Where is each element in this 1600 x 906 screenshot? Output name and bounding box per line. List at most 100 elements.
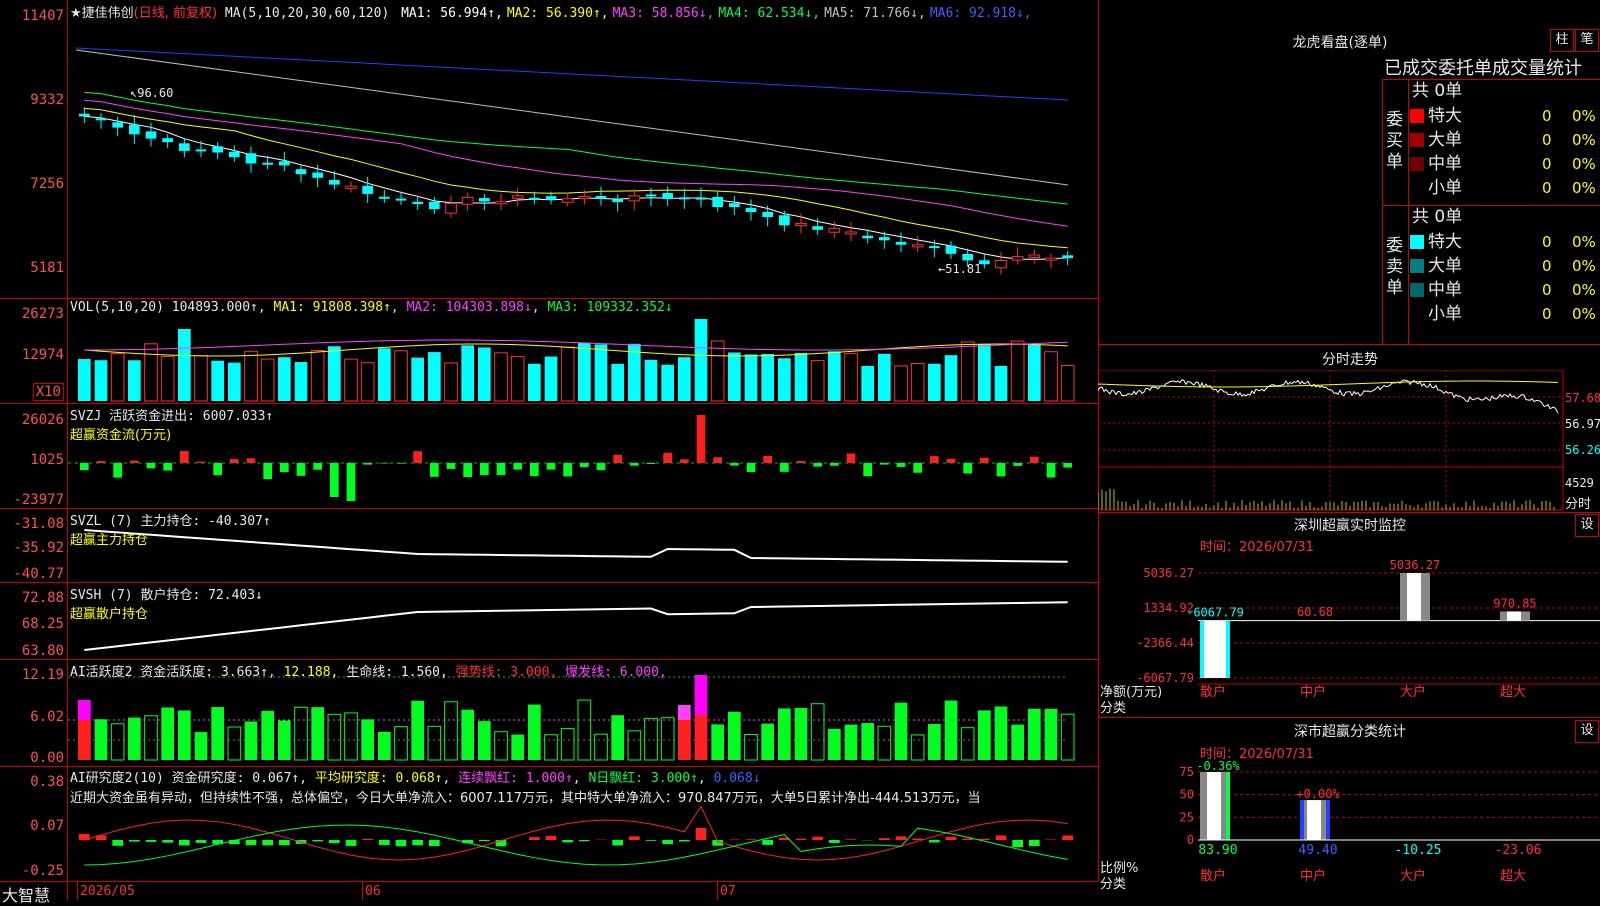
- app-logo[interactable]: 大智慧: [2, 882, 50, 906]
- ai2-bar-red: [946, 837, 957, 840]
- buy-rows-total: 共 0单: [1410, 80, 1600, 104]
- ai1-bar-hollow: [1061, 714, 1074, 760]
- volume-bar-up: [1011, 341, 1024, 401]
- buy-order-table: 共 0单特大00%大单00%中单00%小单00%: [1410, 80, 1600, 200]
- volume-bar-down: [611, 364, 624, 401]
- candle-down: [312, 173, 323, 178]
- monitor-bar-edge: [1200, 621, 1204, 678]
- ai1-bar: [995, 706, 1008, 760]
- svsh-title: SVSH (7) 散户持仓: 72.403↓: [70, 584, 263, 603]
- candle-up: [462, 197, 473, 204]
- volume-bar-down: [328, 346, 341, 401]
- classify-category-label: 中户: [1300, 868, 1326, 884]
- vol-ma2: MA2: 104303.898↓: [407, 300, 532, 315]
- intraday-chart[interactable]: [1098, 370, 1600, 512]
- svsh-subtitle: 超赢散户持仓: [70, 603, 263, 622]
- candle-up: [996, 260, 1007, 267]
- monitor-bar-1: [1200, 621, 1230, 678]
- volume-bar-down: [945, 355, 958, 401]
- order-size-label: 大单: [1428, 130, 1462, 150]
- volume-bar-up: [311, 351, 324, 401]
- svzj-bar-out: [447, 463, 456, 469]
- classify-bar-1: -0.36%83.90散户: [1196, 759, 1240, 884]
- ai2-tick-1: 0.38: [30, 774, 64, 790]
- ai1-bar: [128, 718, 141, 760]
- svzj-bar-in: [680, 459, 689, 463]
- ai1-bar-hollow: [961, 728, 974, 760]
- x-tick-jul: [717, 882, 718, 900]
- svzj-bar-in: [230, 459, 239, 463]
- svzl-tick-3: -40.77: [13, 566, 64, 582]
- svzj-bar-out: [363, 463, 372, 465]
- ai1-bar: [528, 705, 541, 760]
- ai1-bar-hollow: [345, 713, 358, 760]
- ai2-bar-green: [679, 840, 690, 841]
- price-low-annotation: ←51.81: [938, 262, 981, 276]
- ai1-bar: [895, 703, 908, 760]
- candle-down: [129, 125, 140, 135]
- candle-down: [762, 212, 773, 217]
- svzj-bar-out: [597, 463, 606, 470]
- monitor-settings-button[interactable]: 设: [1575, 514, 1599, 537]
- stock-name[interactable]: ★捷佳伟创: [70, 6, 134, 21]
- svzj-bar-out: [547, 463, 556, 470]
- candle-down: [396, 199, 407, 201]
- svzl-tick-1: -31.08: [13, 516, 64, 532]
- ai1-bar: [711, 724, 724, 760]
- svsh-tick-3: 63.80: [22, 643, 64, 659]
- price-panel-title: ★捷佳伟创(日线, 前复权) MA(5,10,20,30,60,120) MA1…: [70, 2, 1032, 21]
- candle-down: [96, 118, 107, 120]
- svzj-bar-out: [280, 463, 289, 472]
- svzj-bar-out: [730, 463, 739, 466]
- chart-mode[interactable]: (日线, 前复权): [134, 6, 217, 21]
- lhb-label-border: [1408, 79, 1409, 344]
- volume-bar-up: [811, 361, 824, 401]
- svzj-bar-in: [763, 456, 772, 463]
- color-swatch: [1410, 283, 1424, 297]
- ai1-bar: [261, 711, 274, 760]
- bar-mode-button[interactable]: 柱: [1550, 29, 1574, 52]
- svzj-bar-out: [880, 463, 889, 465]
- candle-down: [479, 198, 490, 201]
- svzj-bar-out: [580, 463, 589, 467]
- monitor-category-label: 中户: [1300, 684, 1326, 700]
- candle-up: [496, 202, 507, 204]
- candle-down: [546, 196, 557, 200]
- x-tick-jun: [362, 882, 363, 900]
- classify-settings-button[interactable]: 设: [1575, 720, 1599, 743]
- ai2-bar-green: [196, 840, 207, 843]
- order-percent: 0%: [1572, 254, 1596, 278]
- classify-top-label: +0.00%: [1296, 787, 1340, 801]
- volume-bar-down: [228, 363, 241, 401]
- tick-mode-button[interactable]: 笔: [1575, 29, 1599, 52]
- svzj-bar-in: [247, 458, 256, 463]
- classify-category-label: 大户: [1400, 868, 1426, 884]
- svzj-bar-out: [163, 463, 172, 471]
- volume-bar-down: [795, 353, 808, 401]
- svzj-bar-out: [1013, 463, 1022, 466]
- ai1-bar: [478, 721, 491, 760]
- svzl-subtitle: 超赢主力持仓: [70, 529, 271, 548]
- volume-bar-down: [378, 348, 391, 401]
- ai2-bar-red: [879, 838, 890, 840]
- ai2-p5: 0.068↓: [714, 771, 761, 786]
- ai1-bar: [95, 719, 108, 760]
- svzj-bar-in: [613, 455, 622, 463]
- svzj-bar-out: [497, 463, 506, 475]
- ai1-bar-hollow: [228, 727, 241, 760]
- ai2-bar-red: [362, 839, 373, 840]
- volume-bar-down: [278, 357, 291, 401]
- ai1-bar-hollow: [578, 700, 591, 760]
- candle-down: [612, 199, 623, 202]
- candle-up: [829, 228, 840, 232]
- ma-line-60: [76, 50, 1068, 185]
- volume-bar-up: [961, 342, 974, 401]
- svsh-panel-title: SVSH (7) 散户持仓: 72.403↓ 超赢散户持仓: [70, 584, 263, 622]
- svzj-bar-out: [630, 463, 639, 466]
- svzj-bar-out: [997, 463, 1006, 476]
- volume-bar-down: [645, 360, 658, 401]
- ai1-bar: [795, 708, 808, 760]
- candle-down: [746, 208, 757, 212]
- svzj-bar-out: [330, 463, 339, 497]
- svzj-title: SVZJ 活跃资金进出: 6007.033↑: [70, 405, 273, 424]
